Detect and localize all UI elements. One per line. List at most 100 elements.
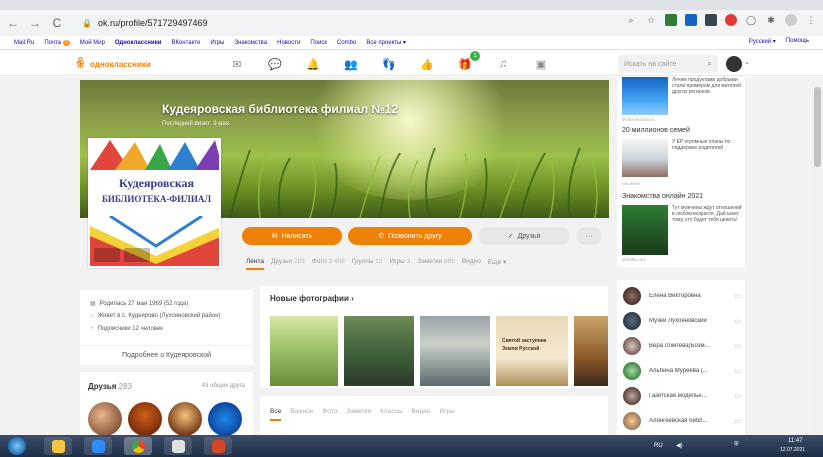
friend-avatar[interactable] <box>128 402 162 436</box>
feed-tab-notes[interactable]: Заметки <box>346 408 371 421</box>
user-avatar[interactable] <box>726 56 742 72</box>
guests-icon[interactable]: 👣 <box>382 57 396 71</box>
start-button[interactable] <box>8 437 26 455</box>
volume-icon[interactable]: ◀) <box>676 442 683 449</box>
tab-friends[interactable]: Друзья 283 <box>271 258 305 270</box>
profile-icon[interactable] <box>785 14 797 26</box>
tab-notes[interactable]: Заметки 886 <box>417 258 455 270</box>
gifts-icon[interactable]: 🎁 1 <box>458 51 480 71</box>
bookmark-vk[interactable]: ВКонтакте <box>171 40 200 46</box>
photo-thumbnail[interactable]: Святой заступник Земли Русской <box>496 316 568 386</box>
address-bar[interactable]: 🔒 ok.ru/profile/571729497469 <box>74 13 634 33</box>
bookmark-search[interactable]: Поиск <box>310 40 327 46</box>
message-icon[interactable]: ▭ <box>734 417 741 425</box>
message-icon[interactable]: ▭ <box>734 342 741 350</box>
menu-icon[interactable]: ⋮ <box>805 14 817 26</box>
online-friend[interactable]: Газетская модельн... ▭ <box>623 386 741 406</box>
news-image[interactable] <box>622 139 668 177</box>
online-friend[interactable]: Вера Ломтева(Бозм... ▭ <box>623 336 741 356</box>
common-friends[interactable]: 43 общих друга <box>202 383 245 389</box>
search-icon[interactable]: ⌕ <box>625 14 637 26</box>
taskbar-app[interactable] <box>164 437 192 455</box>
new-photos-title[interactable]: Новые фотографии › <box>270 294 354 303</box>
feed-tab-games[interactable]: Игры <box>440 408 455 421</box>
music-icon[interactable]: ♫ <box>496 57 510 71</box>
news-text[interactable]: Тут мужчины ждут отношений в любом возра… <box>672 205 742 223</box>
friends-title[interactable]: Друзья 283 <box>88 382 132 391</box>
bookmark-mail[interactable]: Почта 0 <box>44 39 70 46</box>
friend-avatar[interactable] <box>168 402 202 436</box>
message-icon[interactable]: ▭ <box>734 317 741 325</box>
notifications-icon[interactable]: 🔔 <box>306 57 320 71</box>
news-title[interactable]: Знакомства онлайн 2021 <box>622 193 703 200</box>
ok-logo[interactable]: ꆜ одноклассники <box>76 57 151 71</box>
avatar-button-left[interactable] <box>94 248 120 262</box>
tab-feed[interactable]: Лента <box>246 258 264 270</box>
friends-button[interactable]: ✓ Друзья <box>478 227 570 245</box>
photo-thumbnail[interactable] <box>270 316 338 386</box>
help-link[interactable]: Помощь <box>786 38 809 45</box>
photo-thumbnail[interactable] <box>574 316 608 386</box>
language-indicator[interactable]: RU <box>654 443 663 449</box>
friends-icon[interactable]: 👥 <box>344 57 358 71</box>
taskbar-app[interactable] <box>204 437 232 455</box>
tab-more[interactable]: Ещё ▾ <box>488 258 506 270</box>
tab-photos[interactable]: Фото 3 458 <box>312 258 345 270</box>
star-icon[interactable]: ☆ <box>645 14 657 26</box>
feed-tab-classes[interactable]: Классы <box>380 408 402 421</box>
profile-avatar[interactable]: Кудеяровская БИБЛИОТЕКА-ФИЛИАЛ <box>88 138 221 268</box>
tab-games[interactable]: Игры 3 <box>390 258 411 270</box>
message-icon[interactable]: ▭ <box>734 367 741 375</box>
feed-tab-all[interactable]: Все <box>270 408 282 421</box>
news-image[interactable] <box>622 77 668 115</box>
language-select[interactable]: Русский ▾ <box>749 38 776 45</box>
chevron-down-icon[interactable]: ⌄ <box>744 58 750 66</box>
friend-avatar[interactable] <box>88 402 122 436</box>
discussions-icon[interactable]: 💬 <box>268 57 282 71</box>
page-scrollbar[interactable] <box>812 77 823 435</box>
bookmark-mymir[interactable]: Мой Мир <box>80 40 105 46</box>
friend-avatar[interactable] <box>208 402 242 436</box>
taskbar-chrome[interactable] <box>124 437 152 455</box>
reload-button[interactable]: C <box>48 14 66 32</box>
news-text[interactable]: Лечим продуктами добрыми стали примером … <box>672 77 742 95</box>
extension-icon[interactable] <box>685 14 697 26</box>
online-friend[interactable]: Альбина Муреева (... ▭ <box>623 361 741 381</box>
avatar-button-right[interactable] <box>124 248 150 262</box>
news-title[interactable]: 20 миллионов семей <box>622 127 690 134</box>
messages-icon[interactable]: ✉ <box>230 57 244 71</box>
extension-icon[interactable] <box>665 14 677 26</box>
feed-tab-video[interactable]: Видео <box>412 408 431 421</box>
photo-thumbnail[interactable] <box>420 316 490 386</box>
message-icon[interactable]: ▭ <box>734 392 741 400</box>
feed-tab-important[interactable]: Важное <box>290 408 313 421</box>
online-friend[interactable]: Алингеевская библ... ▭ <box>623 411 741 431</box>
more-button[interactable]: ··· <box>576 227 602 245</box>
site-search-input[interactable]: Искать на сайте ⌕ <box>618 55 718 73</box>
photo-thumbnail[interactable] <box>344 316 414 386</box>
info-subs[interactable]: ◔ Подписчики 12 человек <box>90 326 163 332</box>
scrollbar-thumb[interactable] <box>814 87 821 167</box>
clock-time[interactable]: 11:47 <box>788 438 803 444</box>
message-icon[interactable]: ▭ <box>734 292 741 300</box>
online-friend[interactable]: Музей Лухояновский ▭ <box>623 311 741 331</box>
forward-button[interactable]: → <box>26 14 44 32</box>
likes-icon[interactable]: 👍 <box>420 57 434 71</box>
news-text[interactable]: У ЕР огромные планы по поддержке родител… <box>672 139 742 151</box>
bookmark-combo[interactable]: Combo <box>337 40 356 46</box>
more-info-link[interactable]: Подробнее о Кудеяровской <box>80 345 253 359</box>
bookmark-ok[interactable]: Одноклассники <box>115 40 162 46</box>
tab-video[interactable]: Видео <box>462 258 481 270</box>
tab-groups[interactable]: Группы 13 <box>352 258 383 270</box>
tab-strip[interactable] <box>0 0 823 10</box>
bookmark-mailru[interactable]: Mail.Ru <box>14 40 34 46</box>
puzzle-icon[interactable]: ✱ <box>765 14 777 26</box>
online-friend[interactable]: Елена Викторовна ▭ <box>623 286 741 306</box>
write-button[interactable]: ✉ Написать <box>242 227 342 245</box>
taskbar-explorer[interactable] <box>44 437 72 455</box>
back-button[interactable]: ← <box>4 14 22 32</box>
bookmark-games[interactable]: Игры <box>210 40 224 46</box>
bookmark-news[interactable]: Новости <box>277 40 300 46</box>
shield-icon[interactable]: ⛨ <box>734 442 739 449</box>
feed-tab-photo[interactable]: Фото <box>322 408 337 421</box>
